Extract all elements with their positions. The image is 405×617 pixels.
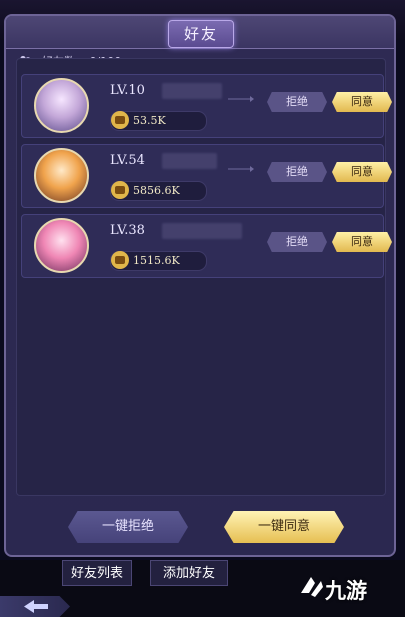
fist-icon [111,181,129,199]
accept-button[interactable]: 同意 [332,232,392,252]
avatar[interactable] [34,148,89,203]
list-item: LV.10 53.5K 拒绝 同意 [21,74,392,138]
reject-button[interactable]: 拒绝 [267,92,327,112]
arrow-icon [228,96,254,102]
tab-add-friend[interactable]: 添加好友 [150,560,228,586]
power-badge: 1515.6K [110,251,207,271]
watermark-logo-icon [301,577,323,597]
blurred-name [162,223,242,239]
player-level: LV.38 [110,223,145,238]
power-value: 5856.6K [133,184,180,197]
list-item: LV.54 5856.6K 拒绝 同意 [21,144,392,208]
power-badge: 5856.6K [110,181,207,201]
back-button[interactable] [0,596,70,617]
fist-icon [111,111,129,129]
avatar[interactable] [34,218,89,273]
reject-button[interactable]: 拒绝 [267,162,327,182]
power-value: 53.5K [133,114,166,127]
player-level: LV.54 [110,153,145,168]
accept-all-button[interactable]: 一键同意 [224,511,344,543]
friends-panel: 好友 好友数： 0/100 LV.10 53.5K 拒绝 同意 LV.54 58… [4,14,396,557]
title-bar: 好友 [6,16,394,49]
panel-title: 好友 [183,25,218,43]
list-item: LV.38 1515.6K 拒绝 同意 [21,214,392,278]
arrow-icon [228,166,254,172]
player-level: LV.10 [110,83,145,98]
watermark-text: 九游 [325,579,367,603]
title-plate: 好友 [168,20,234,48]
blurred-name [162,83,222,99]
accept-button[interactable]: 同意 [332,162,392,182]
reject-all-button[interactable]: 一键拒绝 [68,511,188,543]
reject-button[interactable]: 拒绝 [267,232,327,252]
fist-icon [111,251,129,269]
back-arrow-icon [24,600,48,613]
accept-button[interactable]: 同意 [332,92,392,112]
blurred-name [162,153,217,169]
power-value: 1515.6K [133,254,180,267]
avatar[interactable] [34,78,89,133]
tab-friend-list[interactable]: 好友列表 [62,560,132,586]
power-badge: 53.5K [110,111,207,131]
